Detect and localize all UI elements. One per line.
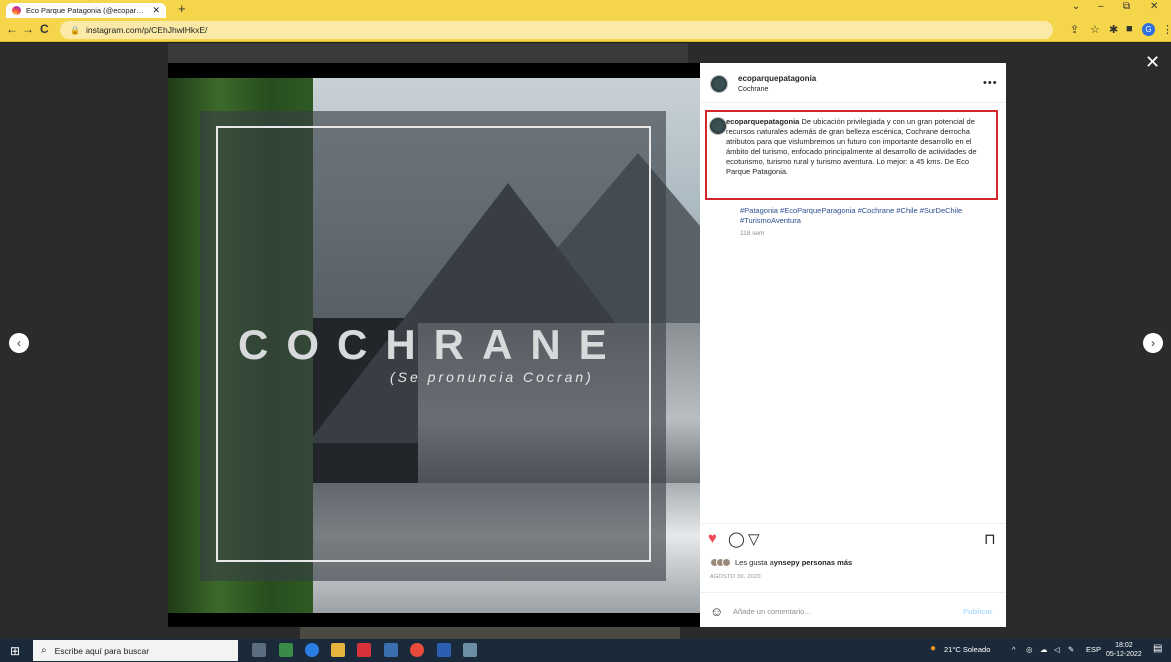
instagram-favicon-icon: [12, 6, 21, 15]
publish-button[interactable]: Publicar: [963, 607, 993, 616]
notification-icon[interactable]: ▤: [1153, 643, 1162, 654]
bookmark-star-icon[interactable]: ☆: [1090, 23, 1100, 36]
post-hashtags[interactable]: #Patagonia #EcoParqueParagonia #Cochrane…: [740, 206, 998, 226]
post-header: ecoparquepatagonia Cochrane •••: [700, 63, 1006, 103]
save-bookmark-icon[interactable]: ⊓: [984, 530, 996, 548]
network-icon[interactable]: ◎: [1026, 645, 1033, 654]
author-avatar[interactable]: [710, 75, 728, 93]
windows-start-icon[interactable]: ⊞: [10, 644, 20, 658]
tab-close-icon[interactable]: ✕: [152, 5, 160, 16]
file-explorer-icon[interactable]: [331, 643, 345, 657]
mail-app-icon[interactable]: [384, 643, 398, 657]
likes-summary[interactable]: Les gusta a ynsep y personas más: [710, 558, 852, 567]
tab-title: Eco Parque Patagonia (@ecopar…: [26, 6, 144, 15]
comment-bar: ☺ Añade un comentario... Publicar: [700, 592, 1006, 628]
volume-icon[interactable]: ◁: [1054, 645, 1060, 654]
new-tab-button[interactable]: +: [178, 1, 186, 16]
weather-icon[interactable]: ●: [930, 643, 936, 654]
browser-tab-bar: Eco Parque Patagonia (@ecopar… ✕ + ⌄ – ⧉…: [0, 0, 1171, 18]
paint-app-icon[interactable]: [463, 643, 477, 657]
taskbar-search-placeholder: Escribe aquí para buscar: [54, 645, 150, 656]
caption-username[interactable]: ecoparquepatagonia: [726, 117, 799, 126]
profile-avatar[interactable]: G: [1142, 23, 1155, 36]
tab-search-icon[interactable]: ⌄: [1072, 1, 1080, 12]
onedrive-icon[interactable]: ☁: [1040, 645, 1048, 654]
clock-time: 18:02: [1115, 642, 1133, 649]
taskbar-search[interactable]: ⌕ Escribe aquí para buscar: [33, 640, 238, 661]
back-button[interactable]: ←: [6, 22, 18, 36]
word-app-icon[interactable]: [437, 643, 451, 657]
edge-app-icon[interactable]: [305, 643, 319, 657]
maximize-button[interactable]: ⧉: [1123, 1, 1130, 12]
likes-prefix: Les gusta a: [735, 558, 774, 567]
next-post-button[interactable]: ›: [1143, 333, 1163, 353]
browser-tab[interactable]: Eco Parque Patagonia (@ecopar… ✕: [6, 3, 166, 18]
sidepanel-icon[interactable]: ■: [1126, 23, 1133, 35]
emoji-icon[interactable]: ☺: [710, 604, 723, 619]
image-title: COCHRANE: [238, 321, 625, 368]
antivirus-app-icon[interactable]: [357, 643, 371, 657]
post-image[interactable]: COCHRANE (Se pronuncia Cocran): [168, 63, 700, 627]
browser-toolbar: ← → C 🔒 instagram.com/p/CEhJhwlHkxE/ ⇪ ☆…: [0, 18, 1171, 42]
share-icon[interactable]: ⇪: [1070, 23, 1079, 36]
reload-button[interactable]: C: [40, 22, 49, 36]
caption-author-avatar[interactable]: [709, 117, 727, 135]
likes-user[interactable]: ynsep: [774, 558, 796, 567]
chrome-app-icon[interactable]: [410, 643, 424, 657]
minimize-button[interactable]: –: [1098, 1, 1104, 12]
tray-overflow-icon[interactable]: ^: [1012, 645, 1016, 654]
search-icon: ⌕: [41, 645, 47, 656]
weather-text[interactable]: 21°C Soleado: [944, 645, 990, 654]
image-subtitle: (Se pronuncia Cocran): [390, 369, 594, 385]
store-app-icon[interactable]: [279, 643, 293, 657]
post-date: AGOSTO 30, 2020: [710, 574, 761, 580]
post-caption: ecoparquepatagonia De ubicación privileg…: [726, 117, 991, 177]
window-close-button[interactable]: ✕: [1150, 1, 1158, 12]
likes-more[interactable]: y personas más: [795, 558, 852, 567]
like-heart-icon[interactable]: ♥: [708, 530, 717, 547]
author-username[interactable]: ecoparquepatagonia: [738, 74, 816, 83]
clock-date: 05-12-2022: [1106, 651, 1142, 658]
comment-input[interactable]: Añade un comentario...: [733, 607, 811, 616]
comment-icon[interactable]: ◯: [728, 530, 745, 548]
liker-avatars: [710, 558, 731, 567]
more-options-icon[interactable]: •••: [983, 77, 998, 89]
language-indicator[interactable]: ESP: [1086, 645, 1101, 654]
url-text: instagram.com/p/CEhJhwlHkxE/: [85, 25, 208, 35]
caption-age: 118 sem: [740, 230, 765, 237]
browser-menu-icon[interactable]: ⋮: [1162, 23, 1171, 36]
forward-button[interactable]: →: [22, 22, 34, 36]
lock-icon: 🔒: [70, 25, 80, 35]
post-location[interactable]: Cochrane: [738, 86, 768, 93]
windows-taskbar: ⊞ ⌕ Escribe aquí para buscar ● 21°C Sole…: [0, 639, 1171, 662]
post-actions: ♥ ◯ ▽ ⊓ Les gusta a ynsep y personas más…: [700, 523, 1006, 627]
extensions-icon[interactable]: ✱: [1109, 23, 1118, 36]
modal-close-icon[interactable]: ✕: [1145, 52, 1160, 73]
previous-post-button[interactable]: ‹: [9, 333, 29, 353]
post-side-panel: ecoparquepatagonia Cochrane ••• ecoparqu…: [700, 63, 1006, 627]
pen-icon[interactable]: ✎: [1068, 645, 1074, 654]
task-view-icon[interactable]: [252, 643, 266, 657]
taskbar-clock[interactable]: 18:02 05-12-2022: [1106, 641, 1142, 659]
address-bar[interactable]: 🔒 instagram.com/p/CEhJhwlHkxE/: [60, 21, 1053, 39]
background-page-header: [168, 43, 688, 65]
share-send-icon[interactable]: ▽: [748, 530, 760, 548]
